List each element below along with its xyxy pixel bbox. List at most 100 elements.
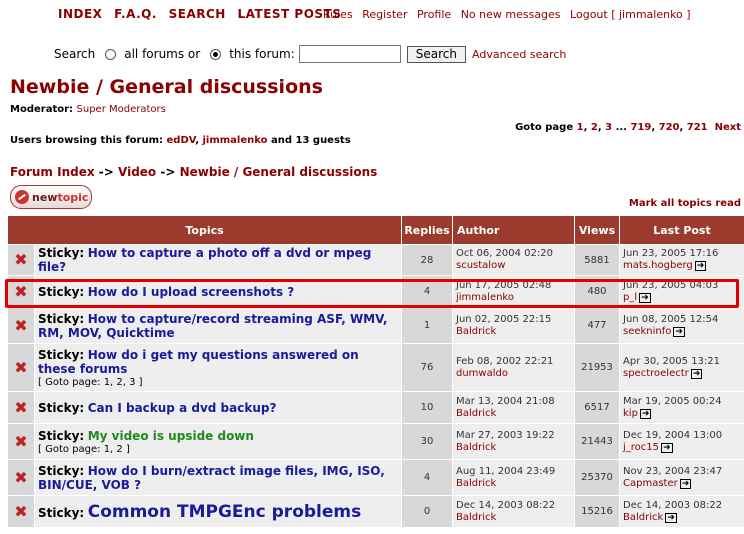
moderator-link[interactable]: Super Moderators bbox=[77, 104, 166, 115]
replies-count: 30 bbox=[401, 423, 453, 460]
views-count: 25370 bbox=[574, 459, 620, 496]
goto-last-post-icon[interactable]: ➜ bbox=[665, 512, 677, 523]
topic-link[interactable]: How to capture a photo off a dvd or mpeg… bbox=[38, 246, 371, 274]
replies-count: 10 bbox=[401, 391, 453, 424]
topic-link[interactable]: How to capture/record streaming ASF, WMV… bbox=[38, 312, 387, 340]
nav-faq-link[interactable]: F.A.Q. bbox=[114, 7, 157, 21]
last-post-user-link[interactable]: seekninfo bbox=[623, 326, 671, 337]
goto-last-post-icon[interactable]: ➜ bbox=[661, 442, 673, 453]
page-link-1[interactable]: 1 bbox=[577, 122, 584, 133]
breadcrumb-current-link[interactable]: Newbie / General discussions bbox=[180, 165, 378, 179]
topic-link[interactable]: Can I backup a dvd backup? bbox=[88, 401, 277, 415]
last-post-date: Jun 08, 2005 12:54 bbox=[623, 313, 719, 325]
last-post-date: Jun 23, 2005 17:16 bbox=[623, 248, 719, 259]
author-link[interactable]: Baldrick bbox=[456, 442, 496, 453]
topic-pagination[interactable]: [ Goto page: 1, 2 ] bbox=[38, 444, 398, 455]
replies-count: 28 bbox=[401, 244, 453, 276]
page-link-3[interactable]: 3 bbox=[605, 122, 612, 133]
nav-register-link[interactable]: Register bbox=[362, 8, 407, 21]
last-post-cell: Jun 23, 2005 04:03 p_l ➜ bbox=[619, 275, 744, 308]
sticky-folder-icon: ✖ bbox=[7, 423, 35, 460]
last-post-user-link[interactable]: mats.hogberg bbox=[623, 260, 693, 271]
search-button[interactable]: Search bbox=[406, 45, 467, 63]
goto-last-post-icon[interactable]: ➜ bbox=[694, 261, 707, 271]
new-topic-button[interactable]: new topic bbox=[10, 185, 92, 209]
author-link[interactable]: Baldrick bbox=[456, 408, 496, 419]
breadcrumb-index-link[interactable]: Forum Index bbox=[10, 165, 95, 179]
replies-count: 4 bbox=[401, 275, 453, 308]
goto-last-post-icon[interactable]: ➜ bbox=[690, 368, 703, 379]
header-last-post: Last Post bbox=[619, 215, 744, 245]
replies-count: 76 bbox=[401, 343, 453, 392]
sticky-folder-icon: ✖ bbox=[7, 343, 35, 392]
goto-last-post-icon[interactable]: ➜ bbox=[673, 326, 685, 337]
nav-index-link[interactable]: INDEX bbox=[58, 7, 102, 21]
post-date: Feb 08, 2002 22:21 bbox=[456, 355, 554, 367]
secondary-nav: Rules Register Profile No new messages L… bbox=[323, 8, 697, 21]
author-link[interactable]: Baldrick bbox=[456, 478, 496, 489]
search-bar: Search all forums or this forum: Search … bbox=[54, 45, 566, 63]
topic-link[interactable]: How do i get my questions answered on th… bbox=[38, 348, 359, 376]
topic-link[interactable]: How do I upload screenshots ? bbox=[88, 285, 295, 299]
goto-last-post-icon[interactable]: ➜ bbox=[639, 408, 652, 419]
page-link-720[interactable]: 720 bbox=[659, 122, 680, 133]
topics-table: Topics Replies Author Views Last Post ✖ … bbox=[7, 215, 744, 528]
author-link[interactable]: Baldrick bbox=[456, 326, 496, 337]
last-post-user-link[interactable]: p_l bbox=[623, 292, 637, 303]
last-post-date: Dec 14, 2003 08:22 bbox=[623, 499, 723, 511]
last-post-cell: Jun 23, 2005 17:16 mats.hogberg ➜ bbox=[619, 244, 744, 276]
browsing-user-link[interactable]: jimmalenko bbox=[202, 135, 267, 146]
sticky-label: Sticky: bbox=[38, 311, 85, 326]
table-row: ✖ Sticky: Can I backup a dvd backup? 10 … bbox=[7, 391, 744, 424]
header-views: Views bbox=[574, 215, 620, 245]
next-page-link[interactable]: Next bbox=[715, 122, 741, 133]
topic-pagination[interactable]: [ Goto page: 1, 2, 3 ] bbox=[38, 377, 398, 388]
sticky-folder-icon: ✖ bbox=[7, 275, 35, 308]
author-link[interactable]: scustalow bbox=[456, 260, 505, 271]
last-post-user-link[interactable]: j_roc15 bbox=[623, 442, 659, 453]
topic-link[interactable]: Common TMPGEnc problems bbox=[88, 502, 362, 522]
main-nav: INDEX F.A.Q. SEARCH LATEST POSTS bbox=[58, 7, 348, 21]
header-topics: Topics bbox=[7, 215, 402, 245]
post-date: Oct 06, 2004 02:20 bbox=[456, 248, 553, 259]
this-forum-label: this forum: bbox=[229, 47, 295, 61]
last-post-user-link[interactable]: Capmaster bbox=[623, 478, 678, 489]
browsing-user-link[interactable]: edDV bbox=[167, 135, 196, 146]
page-link-2[interactable]: 2 bbox=[591, 122, 598, 133]
mark-all-read-link[interactable]: Mark all topics read bbox=[629, 198, 741, 209]
topic-link[interactable]: My video is upside down bbox=[88, 429, 254, 443]
author-cell: Aug 11, 2004 23:49 Baldrick bbox=[452, 459, 575, 496]
nav-messages-link[interactable]: No new messages bbox=[461, 8, 561, 21]
last-post-user-link[interactable]: Baldrick bbox=[623, 512, 663, 523]
author-cell: Feb 08, 2002 22:21 dumwaldo bbox=[452, 343, 575, 392]
nav-rules-link[interactable]: Rules bbox=[323, 8, 353, 21]
goto-last-post-icon[interactable]: ➜ bbox=[639, 292, 651, 303]
advanced-search-link[interactable]: Advanced search bbox=[472, 48, 566, 61]
all-forums-radio[interactable] bbox=[105, 48, 117, 60]
search-input[interactable] bbox=[298, 45, 401, 63]
page-link-721[interactable]: 721 bbox=[687, 122, 708, 133]
last-post-user-link[interactable]: kip bbox=[623, 408, 638, 419]
topic-link[interactable]: How do I burn/extract image files, IMG, … bbox=[38, 464, 385, 492]
new-topic-label-b: topic bbox=[57, 190, 89, 204]
author-link[interactable]: dumwaldo bbox=[456, 368, 508, 379]
views-count: 480 bbox=[574, 275, 620, 308]
author-link[interactable]: jimmalenko bbox=[456, 292, 514, 303]
author-cell: Jun 02, 2005 22:15 Baldrick bbox=[452, 307, 575, 344]
sticky-folder-icon: ✖ bbox=[7, 495, 35, 528]
nav-search-link[interactable]: SEARCH bbox=[169, 7, 226, 21]
replies-count: 0 bbox=[401, 495, 453, 528]
last-post-user-link[interactable]: spectroelectr bbox=[623, 368, 689, 379]
page-ellipsis: ... bbox=[615, 122, 627, 133]
topic-cell: Sticky: Common TMPGEnc problems bbox=[34, 495, 402, 528]
nav-logout-link[interactable]: Logout [ jimmalenko ] bbox=[570, 8, 691, 21]
breadcrumb-separator: -> bbox=[98, 165, 114, 179]
sticky-label: Sticky: bbox=[38, 246, 85, 260]
goto-last-post-icon[interactable]: ➜ bbox=[679, 478, 692, 489]
nav-profile-link[interactable]: Profile bbox=[417, 8, 451, 21]
breadcrumb-video-link[interactable]: Video bbox=[118, 165, 156, 179]
header-replies: Replies bbox=[401, 215, 453, 245]
page-link-719[interactable]: 719 bbox=[630, 122, 651, 133]
this-forum-radio[interactable] bbox=[210, 48, 222, 60]
author-link[interactable]: Baldrick bbox=[456, 512, 496, 523]
